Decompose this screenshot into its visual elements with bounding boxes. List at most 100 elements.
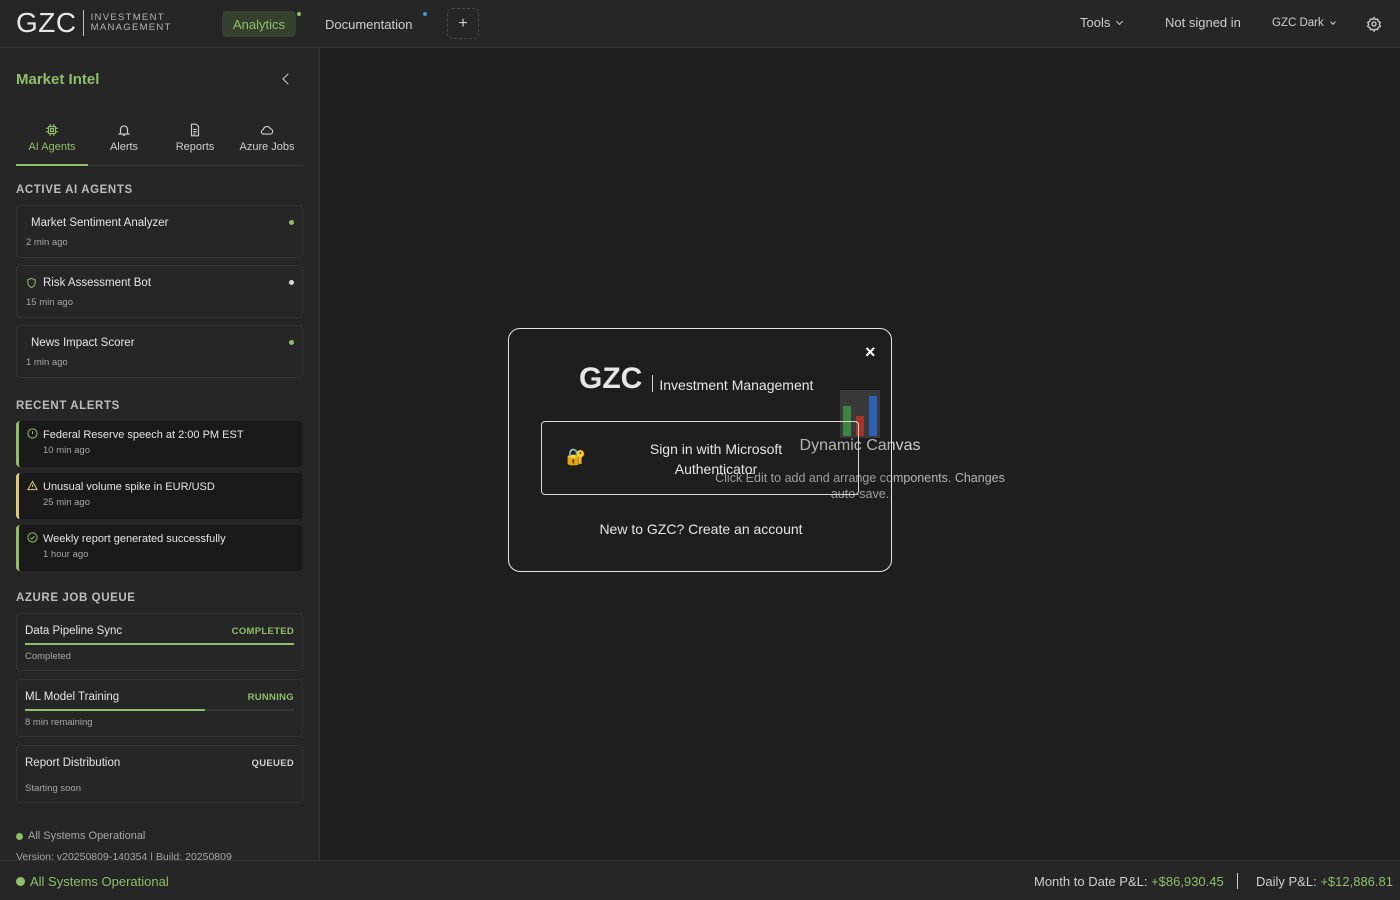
agents-heading: ACTIVE AI AGENTS [16, 184, 133, 196]
sidebar: Market Intel AI Agents Alerts Reports Az… [0, 48, 320, 860]
company-logo[interactable]: GZC INVESTMENT MANAGEMENT [16, 8, 172, 38]
agent-name: Risk Assessment Bot [43, 277, 152, 289]
alert-text: Unusual volume spike in EUR/USD [43, 481, 215, 493]
job-detail: 8 min remaining [25, 717, 93, 728]
tab-documentation-indicator [423, 12, 427, 16]
agent-card[interactable]: Risk Assessment Bot 15 min ago [16, 265, 303, 318]
sidebar-status-text: All Systems Operational [28, 830, 146, 842]
job-card[interactable]: Report Distribution QUEUED Starting soon [16, 745, 303, 803]
daily-pnl-label: Daily P&L: [1256, 874, 1317, 889]
modal-logo-mark: GZC [579, 362, 643, 395]
agent-name: News Impact Scorer [31, 337, 135, 349]
job-name: Report Distribution [25, 757, 121, 769]
microsoft-sign-in-button[interactable]: 🔐 Sign in with Microsoft Authenticator [541, 421, 859, 495]
alerts-heading: RECENT ALERTS [16, 400, 120, 412]
job-detail: Starting soon [25, 783, 81, 794]
daily-pnl: Daily P&L: +$12,886.81 [1256, 874, 1393, 889]
alert-item[interactable]: Federal Reserve speech at 2:00 PM EST 10… [16, 421, 303, 467]
tools-label: Tools [1080, 15, 1111, 30]
mtd-pnl-label: Month to Date P&L: [1034, 874, 1148, 889]
chip-icon [46, 124, 58, 136]
job-progress-fill [25, 643, 294, 645]
status-dot [16, 832, 23, 840]
tab-analytics-indicator [297, 12, 301, 16]
job-name: ML Model Training [25, 691, 120, 703]
agent-card[interactable]: Market Sentiment Analyzer 2 min ago [16, 205, 303, 258]
jobs-heading: AZURE JOB QUEUE [16, 592, 136, 604]
tab-analytics[interactable]: Analytics [222, 11, 297, 37]
chevron-down-icon [1329, 18, 1336, 25]
agent-name: Market Sentiment Analyzer [31, 217, 169, 229]
close-icon[interactable]: × [865, 343, 876, 361]
theme-selector[interactable]: GZC Dark [1272, 17, 1336, 29]
job-card[interactable]: Data Pipeline Sync COMPLETED Completed [16, 613, 303, 671]
job-name: Data Pipeline Sync [25, 625, 123, 637]
add-tab-button[interactable]: + [447, 8, 479, 39]
job-status-badge: COMPLETED [231, 626, 294, 637]
alert-text: Federal Reserve speech at 2:00 PM EST [43, 429, 244, 441]
footer-system-status: All Systems Operational [16, 874, 169, 889]
agent-time: 15 min ago [26, 297, 74, 308]
sidebar-tab-alerts[interactable]: Alerts [88, 118, 160, 166]
sidebar-tabs: AI Agents Alerts Reports Azure Jobs [16, 118, 303, 166]
user-status-label: Not signed in [1165, 15, 1241, 30]
sidebar-tab-label: Azure Jobs [239, 141, 295, 153]
job-detail: Completed [25, 651, 71, 662]
sidebar-tab-label: AI Agents [28, 141, 76, 153]
agent-status-dot [289, 220, 294, 225]
daily-pnl-value: +$12,886.81 [1320, 874, 1393, 889]
modal-logo-text: Investment Management [659, 377, 814, 393]
mtd-pnl-value: +$86,930.45 [1151, 874, 1224, 889]
alert-text: Weekly report generated successfully [43, 533, 226, 545]
agent-time: 1 min ago [26, 357, 68, 368]
tools-menu[interactable]: Tools [1080, 15, 1124, 30]
tab-documentation-label: Documentation [325, 16, 413, 32]
lock-icon: 🔐 [566, 449, 586, 466]
sidebar-tab-reports[interactable]: Reports [159, 118, 231, 166]
job-progress-track [25, 709, 294, 711]
alert-time: 25 min ago [43, 497, 91, 508]
alert-item[interactable]: Weekly report generated successfully 1 h… [16, 525, 303, 571]
warning-icon [27, 480, 38, 491]
sign-in-modal: × GZC Investment Management 🔐 Sign in wi… [508, 328, 892, 572]
document-icon [190, 123, 200, 137]
sidebar-tab-label: Reports [175, 141, 215, 153]
create-account-link[interactable]: New to GZC? Create an account [509, 521, 893, 537]
agent-time: 2 min ago [26, 237, 68, 248]
sidebar-tab-azure-jobs[interactable]: Azure Jobs [231, 118, 303, 166]
info-icon [27, 428, 38, 439]
footer-divider [1237, 873, 1238, 889]
gear-icon[interactable] [1366, 16, 1382, 32]
status-dot [16, 877, 25, 886]
job-progress-fill [25, 709, 206, 711]
alert-item[interactable]: Unusual volume spike in EUR/USD 25 min a… [16, 473, 303, 519]
footer-status-text: All Systems Operational [30, 874, 169, 889]
collapse-sidebar-icon[interactable] [282, 73, 294, 85]
chevron-down-icon [1116, 17, 1124, 25]
logo-line-2: MANAGEMENT [90, 22, 172, 33]
microsoft-sign-in-label: Sign in with Microsoft Authenticator [649, 441, 783, 477]
status-bar: All Systems Operational Month to Date P&… [0, 860, 1400, 900]
check-circle-icon [27, 532, 38, 543]
user-status[interactable]: Not signed in [1165, 15, 1241, 30]
sidebar-system-status: All Systems Operational [16, 830, 145, 842]
agent-name-row: Risk Assessment Bot [26, 277, 151, 289]
job-status-badge: QUEUED [251, 758, 294, 769]
sidebar-tab-label: Alerts [109, 141, 139, 153]
modal-logo-divider [652, 375, 654, 392]
agent-status-dot [289, 340, 294, 345]
sidebar-tab-ai-agents[interactable]: AI Agents [16, 118, 88, 166]
sidebar-title: Market Intel [16, 71, 100, 88]
job-progress-track [25, 643, 294, 645]
agent-status-dot [289, 280, 294, 285]
tab-analytics-label: Analytics [233, 16, 286, 32]
logo-mark: GZC [16, 7, 77, 38]
tab-documentation[interactable]: Documentation [314, 11, 423, 37]
shield-icon [27, 277, 36, 289]
job-status-badge: RUNNING [247, 692, 294, 703]
mtd-pnl: Month to Date P&L: +$86,930.45 [1034, 874, 1224, 889]
top-header: GZC INVESTMENT MANAGEMENT Analytics Docu… [0, 0, 1400, 48]
job-card[interactable]: ML Model Training RUNNING 8 min remainin… [16, 679, 303, 737]
alert-time: 10 min ago [43, 445, 91, 456]
agent-card[interactable]: News Impact Scorer 1 min ago [16, 325, 303, 378]
